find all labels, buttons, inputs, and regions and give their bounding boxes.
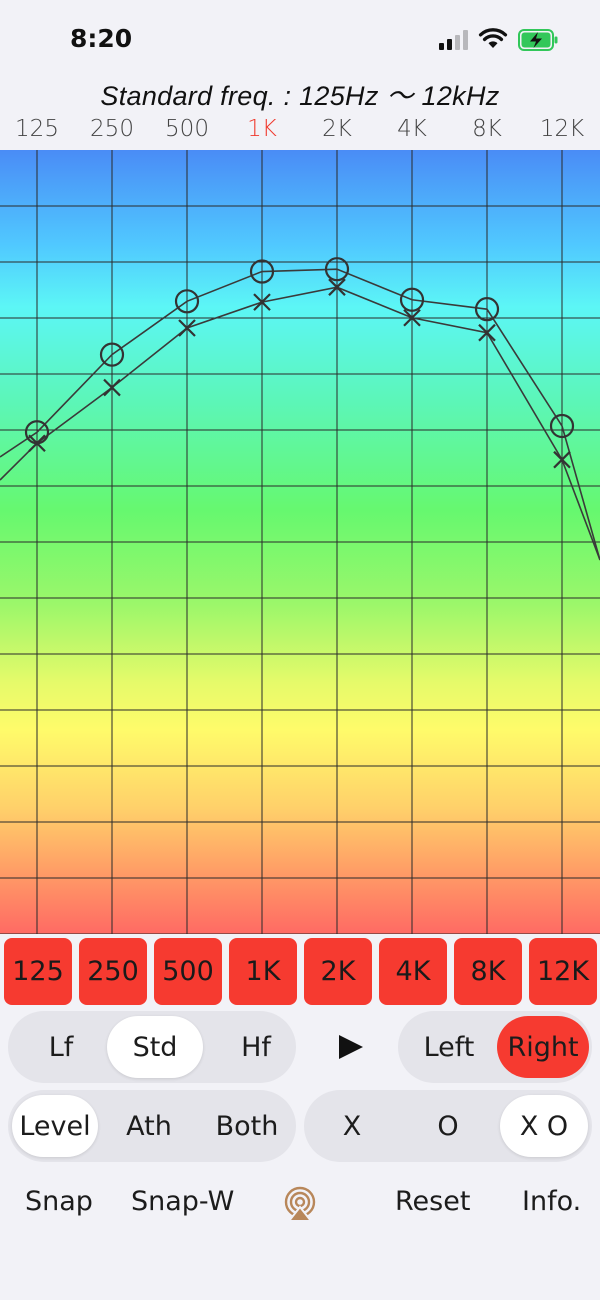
freq-button-125[interactable]: 125 [4,938,72,1005]
freq-button-500[interactable]: 500 [154,938,222,1005]
freq-label-250: 250 [90,116,134,142]
mode-option-level[interactable]: Level [12,1095,98,1157]
status-bar: 8:20 [0,0,600,78]
mode-segmented-control: Level Ath Both [8,1090,296,1162]
snap-w-button[interactable]: Snap-W [131,1186,234,1217]
frequency-axis-labels: 125 250 500 1K 2K 4K 8K 12K [0,116,600,150]
snap-button[interactable]: Snap [25,1186,93,1217]
freq-button-8k[interactable]: 8K [454,938,522,1005]
page-title: Standard freq. : 125Hz 〜 12kHz [100,81,500,111]
range-segmented-control: Lf Std Hf [8,1011,296,1083]
freq-button-2k[interactable]: 2K [304,938,372,1005]
freq-label-2k: 2K [322,116,352,142]
freq-label-8k: 8K [472,116,502,142]
freq-button-1k[interactable]: 1K [229,938,297,1005]
ear-option-right[interactable]: Right [497,1016,589,1078]
freq-label-12k: 12K [539,116,585,142]
cellular-signal-icon [439,30,469,50]
marker-segmented-control: X O X O [304,1090,592,1162]
freq-label-500: 500 [165,116,209,142]
status-time: 8:20 [70,24,133,53]
freq-button-250[interactable]: 250 [79,938,147,1005]
mode-option-both[interactable]: Both [200,1095,294,1157]
ear-option-left[interactable]: Left [403,1016,495,1078]
range-option-std[interactable]: Std [107,1016,203,1078]
ear-segmented-control: Left Right [398,1011,592,1083]
freq-button-12k[interactable]: 12K [529,938,597,1005]
freq-button-4k[interactable]: 4K [379,938,447,1005]
freq-label-125: 125 [15,116,59,142]
wifi-icon [478,28,508,48]
info-button[interactable]: Info. [522,1186,581,1217]
play-button[interactable] [336,1032,366,1062]
audiogram-plot[interactable] [0,150,600,934]
battery-charging-icon [518,29,558,51]
audiogram-chart[interactable] [0,150,600,934]
freq-label-4k: 4K [397,116,427,142]
reset-button[interactable]: Reset [395,1186,470,1217]
range-option-hf[interactable]: Hf [208,1016,304,1078]
series-x-line [0,286,600,561]
marker-option-o[interactable]: O [404,1095,492,1157]
airplay-icon[interactable] [281,1186,319,1222]
freq-label-1k: 1K [247,116,277,142]
mode-option-ath[interactable]: Ath [106,1095,192,1157]
marker-option-x[interactable]: X [308,1095,396,1157]
series-o-line [0,268,600,561]
range-option-lf[interactable]: Lf [13,1016,109,1078]
marker-option-xo[interactable]: X O [500,1095,588,1157]
frequency-buttons: 125 250 500 1K 2K 4K 8K 12K [0,938,600,1005]
